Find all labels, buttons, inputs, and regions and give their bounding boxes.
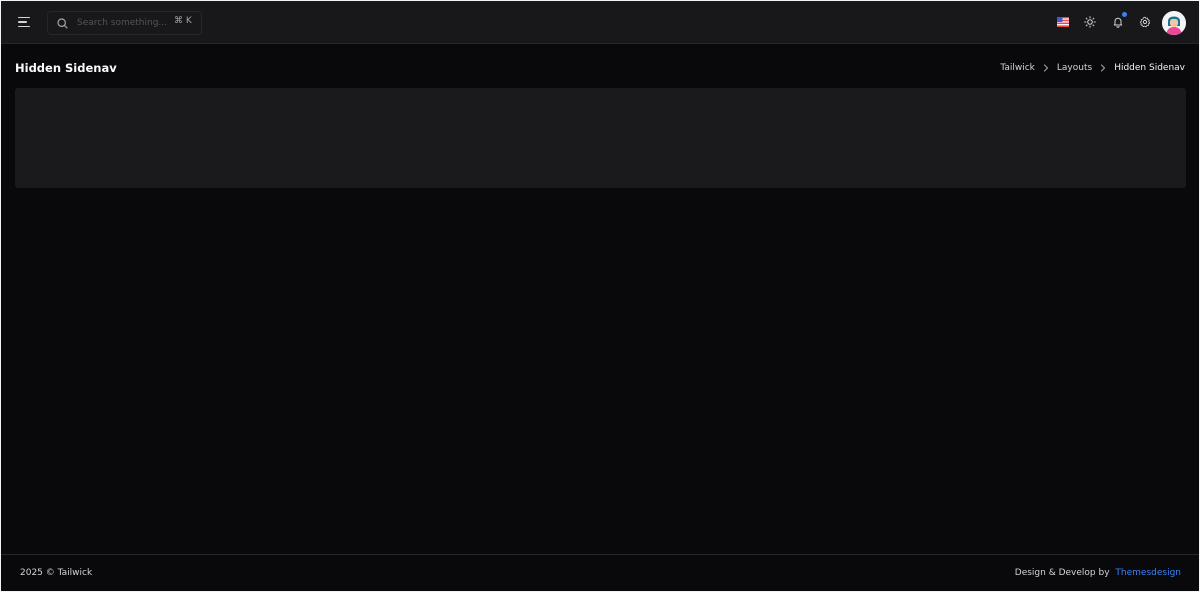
footer-copyright: 2025 © Tailwick: [20, 568, 93, 578]
content-card: [15, 88, 1186, 188]
footer-credit-prefix: Design & Develop by: [1014, 568, 1110, 578]
app-frame: ⌘ K: [0, 0, 1200, 592]
footer-credit: Design & Develop by Themesdesign: [1015, 568, 1181, 578]
breadcrumb: Tailwick Layouts Hidden Sidenav: [1000, 63, 1185, 73]
breadcrumb-item-tailwick[interactable]: Tailwick: [1000, 63, 1035, 73]
search-input[interactable]: [77, 15, 167, 31]
topbar: ⌘ K: [1, 1, 1199, 44]
search-shortcut: ⌘ K: [174, 16, 192, 26]
us-flag-icon[interactable]: [1054, 13, 1072, 31]
chevron-right-icon: [1101, 64, 1106, 72]
footer-credit-link[interactable]: Themesdesign: [1115, 568, 1181, 578]
notification-dot: [1122, 12, 1127, 17]
page-title: Hidden Sidenav: [15, 61, 117, 75]
bell-icon[interactable]: [1109, 12, 1127, 31]
avatar[interactable]: [1162, 11, 1186, 35]
footer: 2025 © Tailwick Design & Develop by Them…: [1, 554, 1199, 591]
search-icon: [57, 18, 68, 29]
gear-icon[interactable]: [1136, 13, 1154, 31]
search-box[interactable]: ⌘ K: [47, 11, 202, 35]
sun-icon[interactable]: [1081, 13, 1099, 31]
menu-icon[interactable]: [18, 15, 32, 29]
breadcrumb-item-current: Hidden Sidenav: [1114, 63, 1185, 73]
chevron-right-icon: [1043, 64, 1048, 72]
breadcrumb-item-layouts[interactable]: Layouts: [1057, 63, 1092, 73]
